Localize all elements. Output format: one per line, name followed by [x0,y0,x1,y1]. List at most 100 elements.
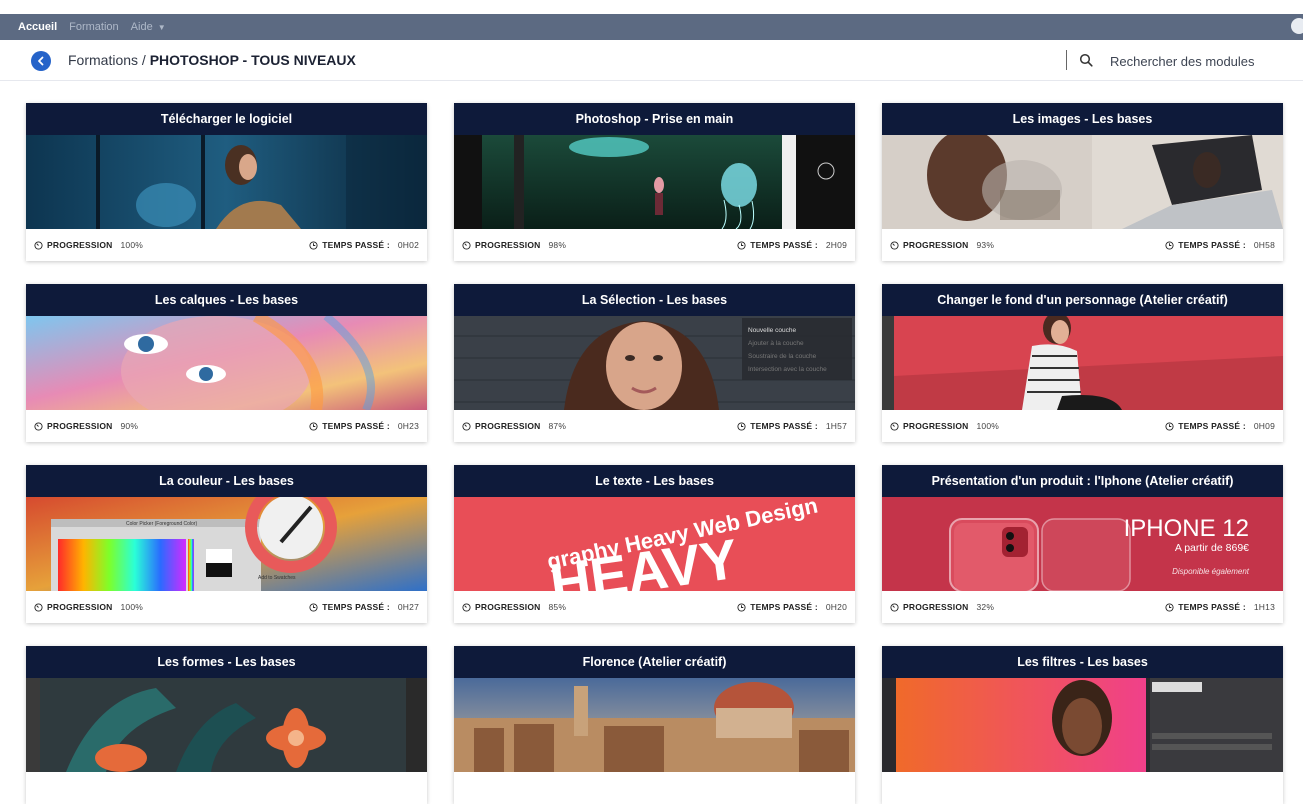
nav-accueil[interactable]: Accueil [18,21,57,33]
module-card[interactable]: La couleur - Les bases Color Picker (For… [26,465,427,623]
progress-value: 32% [976,602,995,612]
gauge-icon [462,240,471,250]
card-title: La Sélection - Les bases [454,284,855,316]
card-title: Florence (Atelier créatif) [454,646,855,678]
clock-icon [1165,602,1174,612]
time-label: TEMPS PASSÉ : [322,602,390,612]
iphone-promo: IPHONE 12 A partir de 869€ Disponible ég… [1124,517,1249,576]
card-image [454,135,855,229]
user-avatar[interactable] [1291,18,1303,34]
selection-menu: Nouvelle couche Ajouter à la couche Sous… [742,318,852,380]
time-label: TEMPS PASSÉ : [322,421,390,431]
card-image [882,135,1283,229]
card-footer: PROGRESSION 93% TEMPS PASSÉ : 0H58 [882,229,1283,261]
progress-info: PROGRESSION 32% [890,602,994,612]
time-label: TEMPS PASSÉ : [1178,421,1246,431]
breadcrumb-current: PHOTOSHOP - TOUS NIVEAUX [149,52,356,68]
time-value: 0H20 [825,602,847,612]
time-value: 1H13 [1253,602,1275,612]
time-label: TEMPS PASSÉ : [750,240,818,250]
gauge-icon [462,421,471,431]
progress-label: PROGRESSION [47,421,113,431]
card-image [454,678,855,772]
module-card[interactable]: Les formes - Les bases [26,646,427,804]
progress-label: PROGRESSION [47,240,113,250]
card-footer: PROGRESSION 87% TEMPS PASSÉ : 1H57 [454,410,855,442]
card-image: IPHONE 12 A partir de 869€ Disponible ég… [882,497,1283,591]
back-button[interactable] [31,51,51,71]
breadcrumb: Formations / PHOTOSHOP - TOUS NIVEAUX [68,52,356,68]
search-icon[interactable] [1079,53,1093,67]
card-title: Télécharger le logiciel [26,103,427,135]
card-title: Les calques - Les bases [26,284,427,316]
progress-label: PROGRESSION [475,602,541,612]
progress-info: PROGRESSION 98% [462,240,566,250]
iphone-title: IPHONE 12 [1123,515,1249,542]
module-card[interactable]: Florence (Atelier créatif) [454,646,855,804]
progress-value: 100% [120,240,144,250]
module-card[interactable]: Changer le fond d'un personnage (Atelier… [882,284,1283,442]
time-value: 1H57 [825,421,847,431]
progress-label: PROGRESSION [475,421,541,431]
progress-info: PROGRESSION 93% [890,240,994,250]
nav-aide-label: Aide [130,21,153,33]
menu-item: Nouvelle couche [748,327,797,334]
card-footer: PROGRESSION 85% TEMPS PASSÉ : 0H20 [454,591,855,623]
progress-value: 98% [548,240,567,250]
module-card[interactable]: Les images - Les bases PROGRESSION 93% T… [882,103,1283,261]
chevron-left-icon [38,56,44,66]
card-image: Color Picker (Foreground Color) Add to S… [26,497,427,591]
progress-info: PROGRESSION 100% [34,602,143,612]
progress-label: PROGRESSION [47,602,113,612]
nav-aide[interactable]: Aide ▼ [131,21,166,33]
iphone-availability: Disponible également [1172,566,1249,576]
gauge-icon [34,240,43,250]
search-input[interactable] [1108,49,1292,73]
clock-icon [737,421,746,431]
breadcrumb-separator: / [138,52,150,68]
module-card[interactable]: Télécharger le logiciel PROGRESSION 100% [26,103,427,261]
card-footer: PROGRESSION 32% TEMPS PASSÉ : 1H13 [882,591,1283,623]
module-card[interactable]: Photoshop - Prise en main PROGRESSION 98 [454,103,855,261]
card-image [882,678,1283,772]
module-card[interactable]: Présentation d'un produit : l'Iphone (At… [882,465,1283,623]
time-info: TEMPS PASSÉ : 0H58 [1165,240,1275,250]
time-value: 0H09 [1253,421,1275,431]
time-label: TEMPS PASSÉ : [1178,602,1246,612]
time-info: TEMPS PASSÉ : 0H27 [309,602,419,612]
progress-label: PROGRESSION [903,421,969,431]
card-footer: PROGRESSION 100% TEMPS PASSÉ : 0H09 [882,410,1283,442]
module-card[interactable]: La Sélection - Les bases Nouvelle couche… [454,284,855,442]
progress-label: PROGRESSION [903,240,969,250]
gauge-icon [462,602,471,612]
breadcrumb-parent[interactable]: Formations [68,52,138,68]
progress-value: 100% [976,421,1000,431]
module-card[interactable]: Le texte - Les bases graphy Heavy Web De… [454,465,855,623]
progress-info: PROGRESSION 90% [34,421,138,431]
module-card[interactable]: Les calques - Les bases PROGRESSION 90% [26,284,427,442]
card-footer: PROGRESSION 98% TEMPS PASSÉ : 2H09 [454,229,855,261]
card-title: Les formes - Les bases [26,646,427,678]
time-value: 0H23 [397,421,419,431]
menu-item: Intersection avec la couche [748,366,827,373]
gauge-icon [34,602,43,612]
progress-label: PROGRESSION [903,602,969,612]
gauge-icon [890,602,899,612]
module-card[interactable]: Les filtres - Les bases [882,646,1283,804]
progress-value: 87% [548,421,567,431]
top-nav-bar: Accueil Formation Aide ▼ [0,14,1303,40]
nav-formation[interactable]: Formation [69,21,119,33]
progress-value: 85% [548,602,567,612]
chevron-down-icon: ▼ [157,22,166,32]
module-grid: Télécharger le logiciel PROGRESSION 100% [26,103,1283,804]
card-image [26,135,427,229]
card-footer: PROGRESSION 90% TEMPS PASSÉ : 0H23 [26,410,427,442]
clock-icon [309,240,318,250]
progress-value: 90% [120,421,139,431]
gauge-icon [34,421,43,431]
clock-icon [737,602,746,612]
clock-icon [737,240,746,250]
time-info: TEMPS PASSÉ : 2H09 [737,240,847,250]
time-info: TEMPS PASSÉ : 0H02 [309,240,419,250]
clock-icon [1165,421,1174,431]
